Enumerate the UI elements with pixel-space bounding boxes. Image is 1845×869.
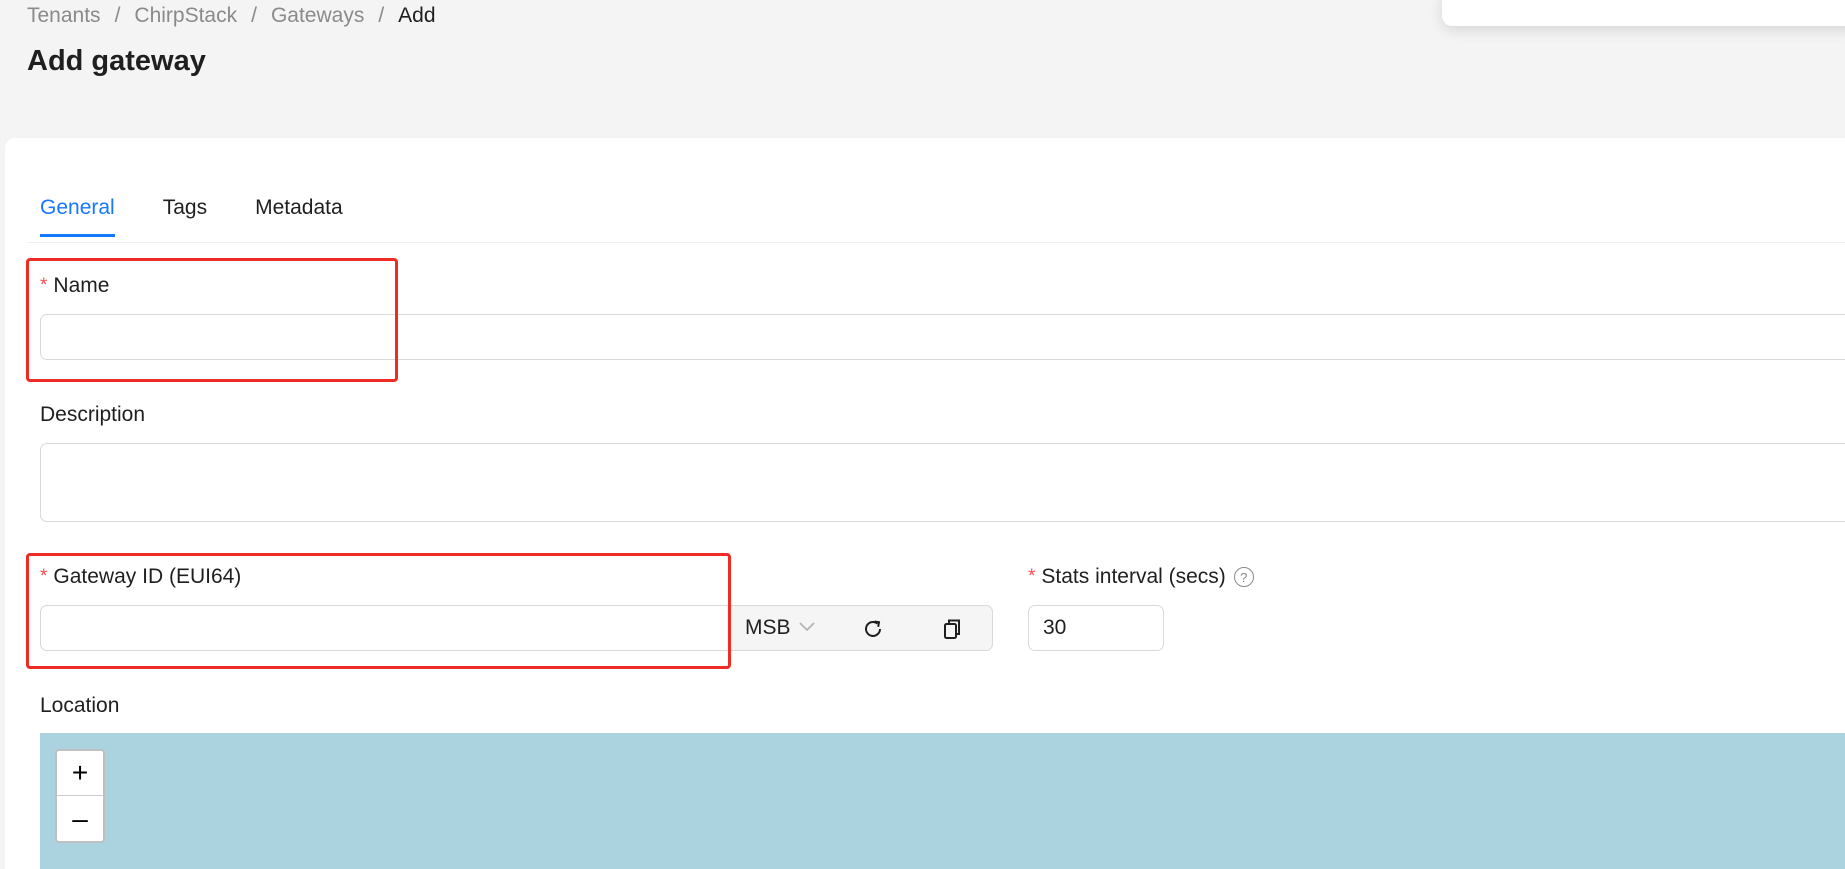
tab-tags[interactable]: Tags (163, 196, 207, 237)
gateway-id-addon: MSB (727, 605, 993, 651)
stats-interval-label-text: Stats interval (secs) (1041, 565, 1226, 588)
location-label: Location (40, 694, 119, 718)
byte-order-select[interactable]: MSB (745, 616, 815, 640)
breadcrumb-separator: / (114, 4, 121, 27)
breadcrumb-separator: / (378, 4, 385, 27)
chevron-down-icon (798, 619, 815, 637)
description-label-text: Description (40, 403, 146, 426)
location-map[interactable] (40, 733, 1845, 869)
name-label-text: Name (53, 274, 110, 297)
page-title: Add gateway (27, 45, 206, 77)
stats-interval-input[interactable] (1028, 605, 1164, 651)
gateway-id-label: * Gateway ID (EUI64) (40, 565, 241, 589)
tabs-divider (27, 242, 1845, 243)
tab-general[interactable]: General (40, 196, 115, 237)
breadcrumb-gateways[interactable]: Gateways (271, 4, 364, 28)
breadcrumb: Tenants / ChirpStack / Gateways / Add (27, 4, 436, 28)
zoom-in-button[interactable]: + (57, 751, 103, 796)
copy-icon[interactable] (939, 616, 965, 642)
byte-order-value: MSB (745, 616, 791, 639)
location-label-text: Location (40, 694, 120, 717)
gateway-id-label-text: Gateway ID (EUI64) (53, 565, 242, 588)
zoom-out-button[interactable]: – (57, 796, 103, 841)
header-dropdown-card (1442, 0, 1845, 26)
refresh-icon[interactable] (860, 616, 886, 642)
stats-interval-label: * Stats interval (secs) ? (1028, 565, 1254, 589)
required-asterisk: * (40, 566, 48, 587)
breadcrumb-chirpstack[interactable]: ChirpStack (134, 4, 237, 28)
map-zoom-control: + – (55, 749, 105, 843)
required-asterisk: * (40, 275, 48, 296)
description-input[interactable] (40, 443, 1845, 522)
breadcrumb-separator: / (251, 4, 257, 27)
breadcrumb-add: Add (398, 4, 436, 27)
gateway-id-input[interactable] (40, 605, 728, 651)
tab-bar: General Tags Metadata (40, 196, 343, 237)
breadcrumb-tenants[interactable]: Tenants (27, 4, 101, 28)
tab-metadata[interactable]: Metadata (255, 196, 343, 237)
name-input[interactable] (40, 314, 1845, 360)
question-circle-icon[interactable]: ? (1233, 567, 1254, 587)
description-label: Description (40, 403, 145, 427)
required-asterisk: * (1028, 566, 1036, 587)
name-label: * Name (40, 274, 109, 298)
